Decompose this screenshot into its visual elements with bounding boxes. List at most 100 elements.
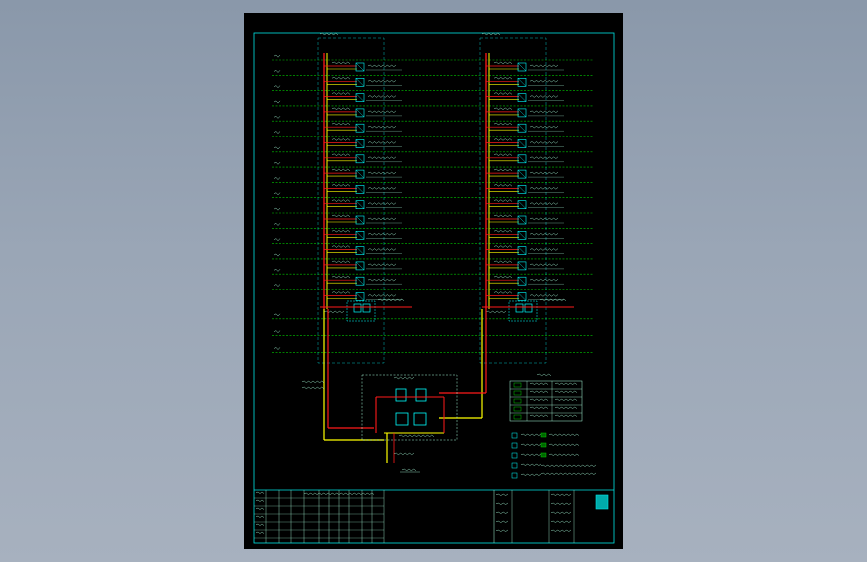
unit-annotation-b [529,202,559,205]
note-text-left [520,443,542,446]
note-symbol [511,432,518,439]
unit-annotation-b [529,125,559,129]
note-symbol-right [540,432,547,438]
legend-symbol [513,382,522,388]
title-block-cell-text [550,529,572,532]
floor-level-label [273,146,281,150]
title-block-cell-text [550,520,572,523]
unit-annotation-a [367,278,397,282]
note-symbol-right [540,452,547,458]
terminal-unit-cross-b [517,215,527,225]
legend-cell-text [529,414,549,417]
terminal-unit-cross-a [355,277,365,286]
legend-cell-text [554,406,578,409]
main-label-2 [301,386,325,390]
title-block-cell-text [495,529,509,532]
floor-level-label [273,207,281,211]
pump-2 [413,412,427,426]
floor-level-label [273,131,281,135]
legend-cell-text [554,382,578,385]
base-valve-2-a [362,303,371,313]
note-symbol [511,452,518,459]
base-valve-1-a [353,303,362,313]
branch-annotation-b [493,153,513,156]
legend-symbol [513,414,522,420]
branch-annotation-a [331,153,351,156]
branch-annotation-a [331,122,351,126]
title-block-cell-text [495,502,509,505]
branch-annotation-b [493,138,513,141]
chiller-1 [395,388,407,402]
terminal-unit-cross-b [517,108,527,118]
floor-level-label [273,268,281,272]
unit-annotation-a [367,294,397,297]
unit-annotation-a [367,141,397,144]
note-text-right [548,433,580,436]
unit-annotation-a [367,202,397,205]
floor-level-label [273,85,281,89]
title-block-cell-text [255,491,265,494]
terminal-unit-cross-b [517,93,527,102]
unit-annotation-a [367,187,397,190]
unit-annotation-a [367,217,397,221]
terminal-unit-cross-a [355,62,365,72]
terminal-unit-cross-a [355,169,365,179]
branch-annotation-a [331,291,351,294]
unit-annotation-b [529,278,559,282]
title-block-cell-text [550,502,572,505]
plant-bottom-annotation [393,452,415,456]
base-annotation-left-b [485,310,507,314]
note-text-left [520,473,542,476]
floor-level-label [273,161,281,165]
branch-annotation-a [331,184,351,187]
note-symbol [511,472,518,479]
branch-annotation-a [331,260,351,264]
title-block-cell-text [255,499,265,502]
unit-annotation-b [529,171,559,175]
floor-level-label [273,238,281,242]
title-block-cell-text [495,493,509,496]
base-valve-2-b [524,303,533,313]
base-annotation-a [377,298,405,302]
floor-level-label [273,100,281,104]
branch-annotation-a [331,245,351,248]
unit-annotation-b [529,156,559,159]
terminal-unit-cross-a [355,261,365,271]
unit-annotation-a [367,64,397,68]
unit-annotation-b [529,110,559,114]
note-text-left [520,433,542,436]
legend-symbol [513,390,522,396]
unit-annotation-a [367,248,397,251]
floor-level-label [273,115,281,119]
unit-annotation-a [367,156,397,159]
main-label-1 [301,380,325,384]
title-block-cell-text [255,507,265,510]
unit-annotation-a [367,110,397,114]
terminal-unit-cross-a [355,231,365,240]
branch-annotation-a [331,199,351,202]
branch-annotation-b [493,214,513,218]
terminal-unit-cross-b [517,124,527,133]
branch-annotation-b [493,275,513,279]
terminal-unit-cross-a [355,200,365,209]
legend-cell-text [554,398,578,401]
legend-title [536,373,552,377]
floor-level-label [273,222,281,226]
legend-symbol [513,406,522,412]
branch-annotation-a [331,229,351,233]
plant-room-caption [401,468,417,472]
legend-cell-text [529,406,549,409]
unit-annotation-a [367,79,397,83]
title-block-cell-text [550,511,572,514]
cad-drawing [253,32,615,544]
terminal-unit-cross-a [355,124,365,133]
unit-annotation-a [367,95,397,98]
unit-annotation-b [529,141,559,144]
shaft-boundary-b [479,37,547,364]
base-valve-1-b [515,303,524,313]
terminal-unit-cross-b [517,154,527,163]
unit-annotation-b [529,95,559,98]
unit-annotation-b [529,248,559,251]
terminal-unit-cross-a [355,246,365,255]
branch-annotation-b [493,76,513,80]
